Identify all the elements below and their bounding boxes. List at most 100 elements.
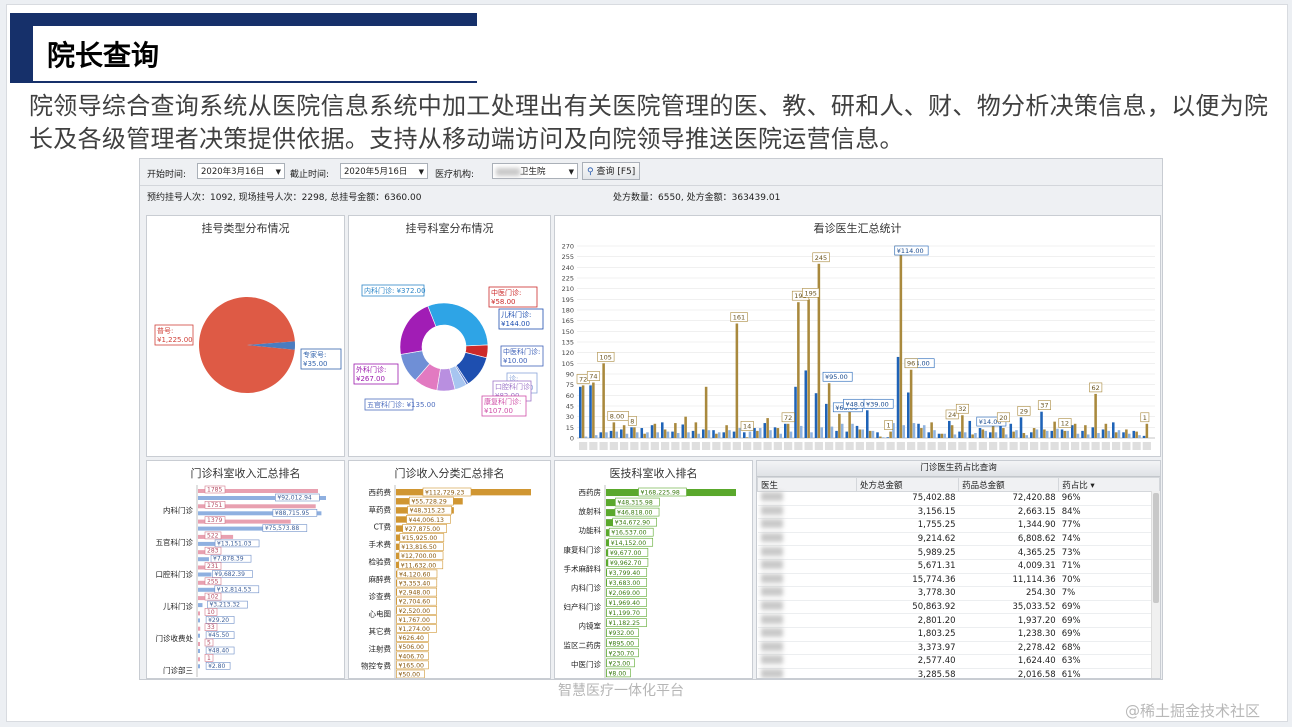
doctor-name-blurred	[1060, 442, 1069, 450]
column-header[interactable]: 处方总金额	[856, 477, 960, 492]
doctor-bar	[881, 437, 885, 438]
doctor-bar	[1112, 422, 1115, 438]
bar-value-label: ¥2,704.60	[399, 599, 431, 606]
doctor-bar	[907, 392, 910, 438]
table-cell: 2,801.20	[856, 613, 959, 628]
bar-value-label: ¥932.00	[609, 630, 635, 637]
table-cell	[757, 518, 857, 533]
doctor-bar	[681, 424, 685, 438]
doctor-data-label: 1	[1143, 414, 1147, 422]
count-label: 522	[207, 532, 219, 539]
table-row[interactable]: 3,778.30 254.30 7%	[757, 586, 1160, 601]
table-row[interactable]: 15,774.36 11,114.36 70%	[757, 573, 1160, 588]
doctor-name-blurred	[804, 442, 813, 450]
doctor-data-label: 72	[784, 414, 792, 422]
table-cell: 1,238.30	[958, 627, 1059, 642]
table-row[interactable]: 9,214.62 6,808.62 74%	[757, 532, 1160, 547]
dropdown-arrow-icon[interactable]: ▼	[569, 164, 574, 180]
dashboard-screenshot: 开始时间: 2020年3月16日 ▼ 截止时间: 2020年5月16日 ▼ 医疗机构…	[139, 158, 1163, 680]
table-row[interactable]: 50,863.92 35,033.52 69%	[757, 600, 1160, 615]
category-label: 检验费	[369, 556, 392, 566]
doctor-bar	[707, 430, 711, 438]
y-tick-label: 240	[562, 264, 574, 272]
dropdown-arrow-icon[interactable]: ▼	[276, 164, 281, 180]
doctor-name-blurred	[907, 442, 916, 450]
doctor-name-blurred	[896, 442, 905, 450]
bar-value-label: ¥16,537.00	[611, 530, 646, 537]
doctor-bar	[776, 428, 780, 438]
table-cell: 70%	[1058, 573, 1160, 588]
doctor-name-blurred	[958, 442, 967, 450]
bar-value-label: ¥2,948.00	[399, 590, 431, 597]
value-bar	[198, 618, 200, 623]
table-row[interactable]: 3,156.15 2,663.15 84%	[757, 505, 1160, 520]
doctor-bar	[1081, 430, 1084, 438]
table-cell: 11,114.36	[958, 573, 1059, 588]
doctor-bar	[1142, 435, 1146, 438]
table-row[interactable]: 5,671.31 4,009.31 71%	[757, 559, 1160, 574]
table-body: 75,402.88 72,420.88 96% 3,156.15 2,663.15 84%…	[757, 491, 1160, 678]
doctor-data-label: 105	[600, 353, 612, 361]
doctor-bar	[1135, 431, 1138, 438]
doctor-bar	[661, 422, 664, 438]
doctor-bar	[684, 416, 687, 438]
table-cell	[757, 532, 857, 547]
table-row[interactable]: 3,373.97 2,278.42 68%	[757, 641, 1160, 656]
doctor-name-blurred	[917, 442, 926, 450]
start-date-picker[interactable]: 2020年3月16日 ▼	[197, 163, 285, 179]
table-row[interactable]: 2,801.20 1,937.20 69%	[757, 613, 1160, 628]
reg-type-panel: 挂号类型分布情况 普号: ¥1,225.00 专家号: ¥35.00	[146, 215, 345, 457]
query-button-label: 查询 [F5]	[596, 167, 636, 177]
end-date-picker[interactable]: 2020年5月16日 ▼	[340, 163, 428, 179]
doctor-name-blurred	[1030, 442, 1039, 450]
org-select[interactable]: 卫生院 ▼	[492, 163, 578, 179]
pie-label-ordinary-text: ¥1,225.00	[157, 336, 193, 344]
table-cell: 15,774.36	[856, 573, 959, 588]
category-label: 物控专费	[361, 661, 391, 671]
table-row[interactable]: 5,989.25 4,365.25 73%	[757, 545, 1160, 560]
table-cell: 1,344.90	[958, 518, 1059, 533]
y-tick-label: 225	[562, 275, 574, 283]
bar-value-label: ¥9,962.70	[610, 560, 642, 567]
dropdown-arrow-icon[interactable]: ▼	[419, 164, 424, 180]
doctor-name-blurred	[732, 442, 741, 450]
doctor-bar	[961, 415, 964, 438]
doctor-bar	[1094, 393, 1097, 438]
doctor-bar	[622, 425, 626, 438]
column-header[interactable]: 药品总金额	[958, 477, 1060, 492]
bar-value-label: ¥1,767.00	[398, 617, 430, 624]
site-watermark: @稀土掘金技术社区	[1125, 702, 1261, 720]
doctor-name-blurred	[866, 442, 875, 450]
donut-label-text: ¥10.00	[503, 357, 528, 365]
query-toolbar: 开始时间: 2020年3月16日 ▼ 截止时间: 2020年5月16日 ▼ 医疗机构…	[140, 159, 1162, 186]
table-row[interactable]: 1,755.25 1,344.90 77%	[757, 518, 1160, 533]
table-row[interactable]: 75,402.88 72,420.88 96%	[757, 491, 1160, 506]
bar-value-label: ¥55,728.29	[411, 499, 446, 506]
table-scrollbar[interactable]	[1151, 491, 1160, 678]
bar-value-label: ¥34,672.90	[615, 520, 650, 527]
column-header[interactable]: 医生	[757, 477, 858, 492]
doctor-bar	[712, 430, 715, 438]
column-header[interactable]: 药占比 ▾	[1058, 477, 1160, 492]
scrollbar-thumb[interactable]	[1153, 493, 1159, 603]
table-row[interactable]: 3,285.58 2,016.58 61%	[757, 668, 1160, 678]
y-tick-label: 150	[562, 328, 574, 336]
doctor-bar	[1040, 411, 1043, 438]
category-label: 内镜室	[579, 621, 602, 631]
doctor-name-blurred	[760, 587, 783, 597]
bar-value-label: ¥48,315.98	[617, 500, 652, 507]
table-row[interactable]: 1,803.25 1,238.30 69%	[757, 627, 1160, 642]
doctor-chart: 0153045607590105120135150165180195210225…	[562, 243, 1155, 450]
donut-label-text: 中医科门诊:	[503, 347, 540, 356]
doctor-bar	[953, 434, 957, 438]
doctor-name-blurred	[927, 442, 936, 450]
doctor-bar	[1114, 432, 1118, 438]
doctor-name-blurred	[999, 442, 1008, 450]
table-cell: 72,420.88	[958, 491, 1059, 506]
query-button[interactable]: ⚲ 查询 [F5]	[582, 162, 641, 180]
doctor-data-label: 12	[1061, 419, 1069, 427]
doctor-bar	[807, 299, 810, 438]
donut-label-text: 外科门诊:	[356, 365, 386, 374]
table-row[interactable]: 2,577.40 1,624.40 63%	[757, 654, 1160, 669]
bar-value-label: ¥406.70	[398, 653, 424, 660]
